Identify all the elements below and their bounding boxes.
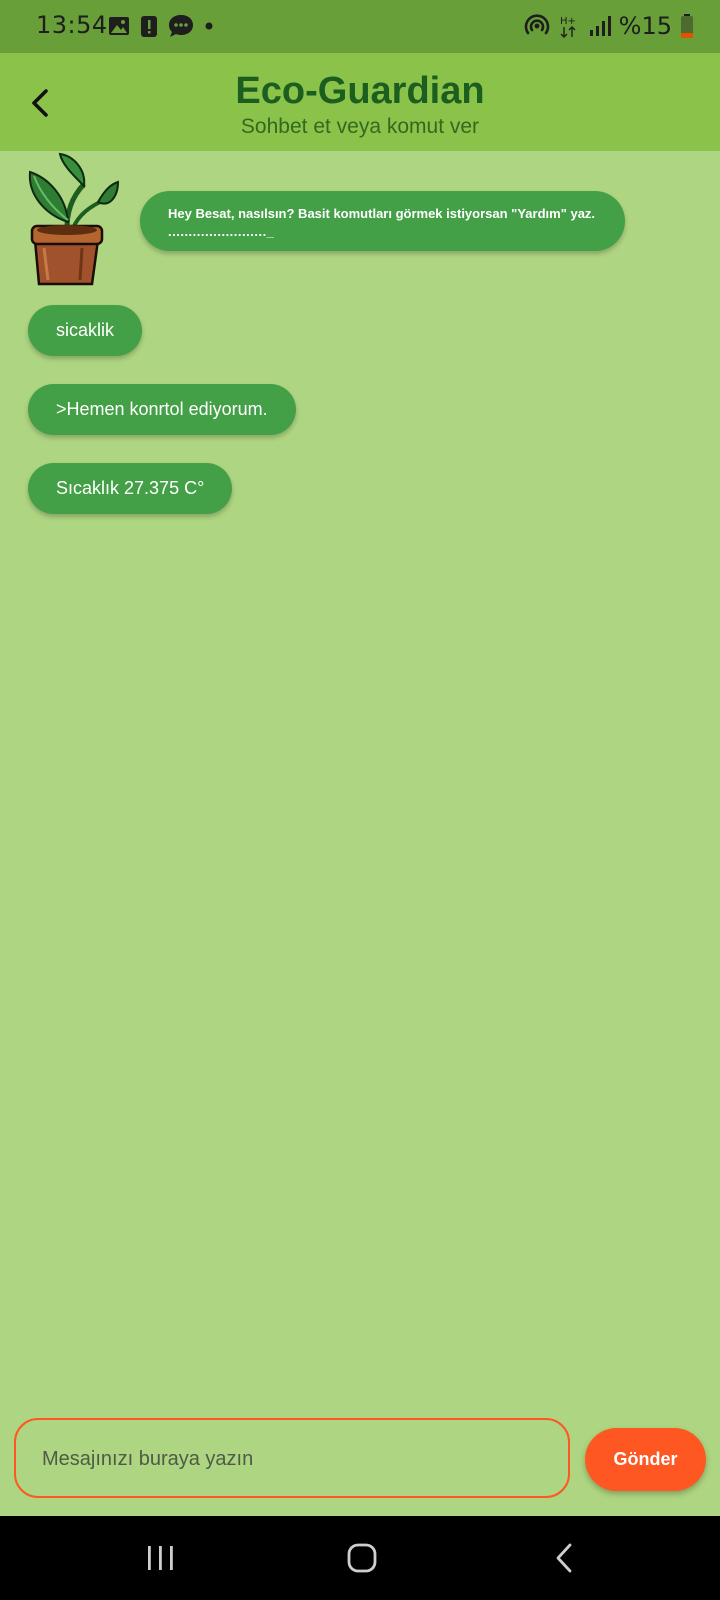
home-icon[interactable]	[344, 1542, 380, 1574]
app-title: Eco-Guardian	[235, 70, 485, 112]
send-button[interactable]: Gönder	[585, 1428, 706, 1491]
chat-message: Sıcaklık 27.375 C°	[28, 463, 233, 514]
message-input[interactable]: Mesajınızı buraya yazın	[14, 1418, 570, 1498]
system-icons: H+ %15	[523, 11, 694, 41]
bot-greeting-text: Hey Besat, nasılsın? Basit komutları gör…	[168, 206, 596, 221]
network-label: H+	[560, 16, 576, 27]
battery-icon	[681, 14, 693, 38]
nav-back-icon[interactable]	[548, 1542, 584, 1574]
status-time: 13:54	[36, 11, 108, 39]
dot-icon	[205, 22, 213, 30]
plant-avatar-icon	[28, 152, 120, 286]
network-type-icon: H+	[560, 16, 576, 38]
signal-icon	[589, 16, 611, 36]
status-bar: 13:54 H+ %15	[0, 0, 720, 53]
bot-typing-trail: ........................_	[168, 224, 275, 239]
hotspot-icon	[524, 14, 549, 35]
alert-icon	[141, 16, 157, 37]
app-bar: Eco-Guardian Sohbet et veya komut ver	[0, 53, 720, 151]
image-icon	[109, 17, 129, 35]
app-subtitle: Sohbet et veya komut ver	[240, 115, 480, 138]
chat-icon	[169, 15, 193, 37]
navigation-bar	[0, 1516, 720, 1600]
recent-apps-icon[interactable]	[143, 1542, 179, 1574]
notification-icons	[108, 14, 214, 38]
message-input-placeholder: Mesajınızı buraya yazın	[42, 1448, 254, 1470]
chat-message: >Hemen konrtol ediyorum.	[28, 384, 296, 435]
chat-message: sicaklik	[28, 305, 143, 356]
battery-percent: %15	[618, 12, 672, 40]
bot-message-bubble: Hey Besat, nasılsın? Basit komutları gör…	[140, 191, 625, 251]
